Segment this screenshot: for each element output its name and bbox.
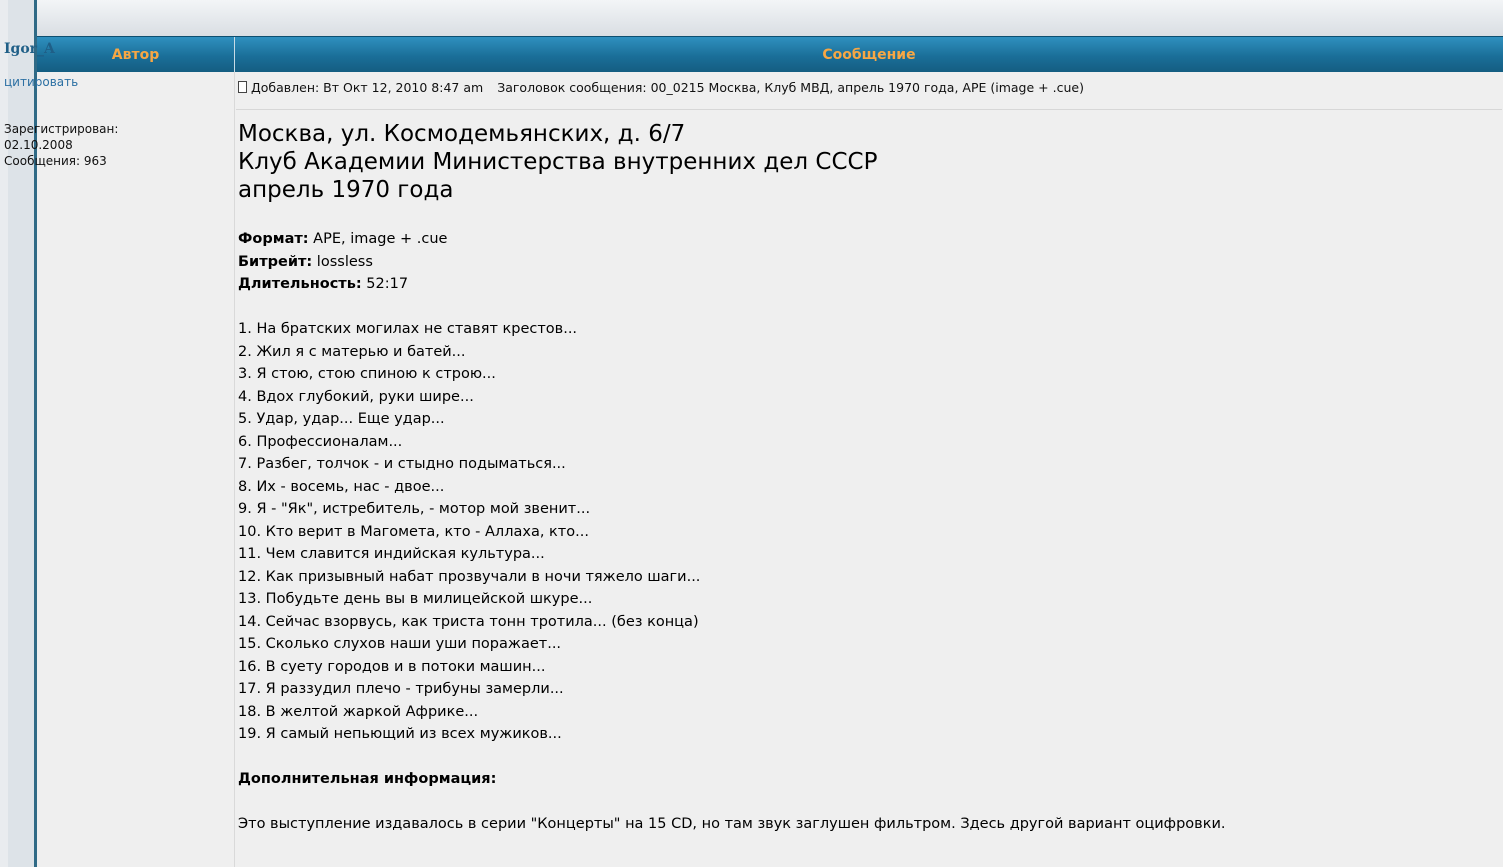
duration-label: Длительность: [238,276,362,292]
post-subject: Заголовок сообщения: 00_0215 Москва, Клу… [497,80,1084,95]
track-item: 17. Я раззудил плечо - трибуны замерли..… [238,681,564,697]
bitrate-value: lossless [312,253,373,270]
registered-date: 02.10.2008 [4,138,73,152]
track-item: 2. Жил я с матерью и батей... [238,343,466,360]
header-message: Сообщение [822,47,916,63]
track-item: 11. Чем славится индийская культура... [238,546,545,562]
post-added: Добавлен: Вт Окт 12, 2010 8:47 am [251,80,484,95]
track-item: 16. В суету городов и в потоки машин... [238,658,546,675]
post-separator [236,109,1502,110]
post-meta: Добавлен: Вт Окт 12, 2010 8:47 am Заголов… [238,80,1084,95]
extra-info-title: Дополнительная информация: [238,771,497,787]
release-info: Формат: APE, image + .cue Битрейт: lossl… [238,228,447,296]
author-username[interactable]: Igor_A [4,41,55,57]
track-item: 12. Как призывный набат прозвучали в ноч… [238,568,701,585]
track-item: 3. Я стою, стою спиною к строю... [238,366,496,382]
duration-value: 52:17 [361,276,409,292]
track-item: 19. Я самый непьющий из всех мужиков... [238,726,562,742]
format-label: Формат: [238,231,309,247]
author-cell [37,72,235,867]
track-item: 1. На братских могилах не ставят крестов… [238,321,578,337]
title-line: Клуб Академии Министерства внутренних де… [238,149,878,175]
format-value: APE, image + .cue [308,231,448,247]
post-title: Москва, ул. Космодемьянских, д. 6/7 Клуб… [238,120,877,204]
track-item: 13. Побудьте день вы в милицейской шкуре… [238,591,593,607]
track-item: 9. Я - "Як", истребитель, - мотор мой зв… [238,501,591,517]
format-line: Формат: APE, image + .cue [238,228,447,251]
top-header-strip [37,0,1503,36]
title-line: апрель 1970 года [238,177,454,203]
author-profile: Зарегистрирован: 02.10.2008 Сообщения: 9… [4,121,118,169]
title-line: Москва, ул. Космодемьянских, д. 6/7 [238,121,686,147]
track-item: 18. В желтой жаркой Африке... [238,703,479,720]
registered-label: Зарегистрирован: [4,122,119,136]
header-author: Автор [37,37,235,73]
table-header-row: Автор Сообщение [37,36,1503,73]
track-item: 7. Разбег, толчок - и стыдно подыматься.… [238,456,566,472]
bitrate-label: Битрейт: [238,253,313,270]
track-item: 15. Сколько слухов наши уши поражает... [238,636,562,652]
track-item: 5. Удар, удар... Еще удар... [238,411,445,427]
track-item: 6. Профессионалам... [238,433,403,450]
duration-line: Длительность: 52:17 [238,273,447,296]
track-item: 10. Кто верит в Магомета, кто - Аллаха, … [238,523,589,540]
post-count: Сообщения: 963 [4,154,107,168]
bitrate-line: Битрейт: lossless [238,251,447,274]
post-icon[interactable] [238,81,247,93]
track-item: 4. Вдох глубокий, руки шире... [238,388,474,405]
track-item: 8. Их - восемь, нас - двое... [238,478,445,495]
tracklist: 1. На братских могилах не ставят крестов… [238,318,700,746]
extra-info-text: Это выступление издавалось в серии "Конц… [238,816,1226,832]
quote-link[interactable]: цитировать [4,75,78,89]
track-item: 14. Сейчас взорвусь, как триста тонн тро… [238,613,699,630]
